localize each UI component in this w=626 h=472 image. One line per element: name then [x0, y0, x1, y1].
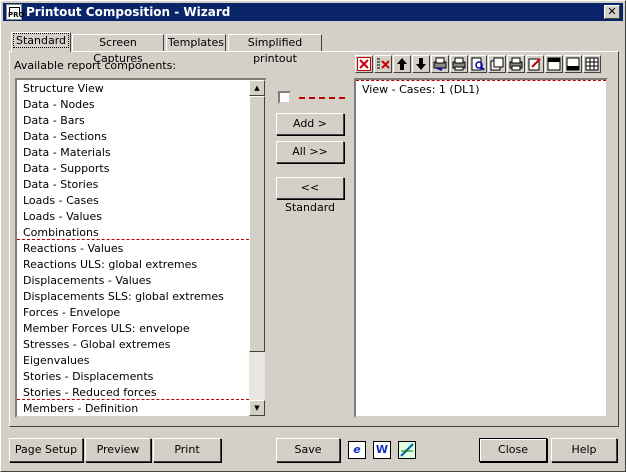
close-button[interactable]: Close [479, 438, 547, 462]
scroll-down-button[interactable]: ▼ [249, 400, 265, 416]
save-button[interactable]: Save [276, 438, 340, 462]
list-item[interactable]: Loads - Cases [23, 193, 99, 209]
separator-line-sample [299, 97, 345, 99]
word-export-button[interactable]: W [373, 441, 391, 459]
list-item[interactable]: Data - Sections [23, 129, 107, 145]
close-window-button[interactable]: ✕ [604, 5, 620, 19]
table-icon [585, 57, 599, 75]
list-item[interactable]: Displacements SLS: global extremes [23, 289, 224, 305]
printer-icon [509, 57, 523, 75]
print-button[interactable] [450, 55, 468, 73]
word-icon: W [375, 443, 389, 456]
list-item[interactable]: Data - Supports [23, 161, 109, 177]
add-all-button[interactable]: All >> [276, 141, 344, 163]
delete-all-icon [376, 57, 390, 75]
preview-button[interactable] [469, 55, 487, 73]
standard-button[interactable]: << Standard [276, 177, 344, 214]
print-icon [452, 57, 466, 75]
footer-button[interactable] [564, 55, 582, 73]
move-up-button[interactable] [393, 55, 411, 73]
delete-icon [357, 57, 371, 75]
edit-button[interactable] [526, 55, 544, 73]
available-components-label: Available report components: [14, 59, 177, 72]
footer-icon [566, 57, 580, 75]
print-settings-button[interactable] [431, 55, 449, 73]
top-separator [356, 80, 606, 81]
list-item[interactable]: Structure View [23, 81, 104, 97]
list-item[interactable]: Forces - Envelope [23, 305, 120, 321]
tab-label: Standard [12, 33, 70, 48]
spreadsheet-export-button[interactable] [398, 441, 416, 459]
move-up-icon [395, 57, 409, 75]
list-item[interactable]: Stresses - Global extremes [23, 337, 171, 353]
list-separator [17, 239, 249, 240]
header-button[interactable] [545, 55, 563, 73]
list-item[interactable]: Loads - Values [23, 209, 102, 225]
tab-templates[interactable]: Templates [166, 34, 226, 51]
title-bar: PRO Printout Composition - Wizard ✕ [3, 3, 623, 21]
print-settings-icon [433, 57, 447, 75]
list-item[interactable]: Displacements - Values [23, 273, 151, 289]
list-item[interactable]: Data - Bars [23, 113, 85, 129]
list-item[interactable]: Eigenvalues [23, 353, 90, 369]
preview-button[interactable]: Preview [85, 438, 151, 462]
move-down-icon [414, 57, 428, 75]
close-icon: ✕ [607, 5, 617, 18]
html-export-button[interactable]: e [348, 441, 366, 459]
list-item[interactable]: Data - Materials [23, 145, 111, 161]
header-icon [547, 57, 561, 75]
wizard-window: PRO Printout Composition - Wizard ✕ Stan… [0, 0, 626, 472]
list-item[interactable]: Data - Stories [23, 177, 98, 193]
list-item[interactable]: View - Cases: 1 (DL1) [362, 83, 480, 97]
spreadsheet-icon [400, 443, 414, 457]
window-title: Printout Composition - Wizard [26, 5, 231, 19]
list-item[interactable]: Member Forces ULS: envelope [23, 321, 190, 337]
list-separator [17, 399, 249, 400]
edit-icon [528, 57, 542, 75]
available-components-list[interactable]: Structure View Data - Nodes Data - Bars Dat… [15, 78, 267, 418]
separator-checkbox[interactable] [278, 91, 291, 104]
app-icon: PRO [6, 4, 24, 20]
scroll-up-button[interactable]: ▲ [249, 80, 265, 96]
tab-simplified-printout[interactable]: Simplified printout [228, 34, 322, 65]
print-button[interactable]: Print [153, 438, 221, 462]
printout-composition-list[interactable]: View - Cases: 1 (DL1) [354, 78, 608, 418]
list-item[interactable]: Members - Definition [23, 401, 138, 416]
list-item[interactable]: Reactions - Values [23, 241, 123, 257]
table-button[interactable] [583, 55, 601, 73]
vertical-scrollbar[interactable]: ▲ ▼ [249, 80, 265, 416]
list-item[interactable]: Data - Nodes [23, 97, 95, 113]
arrow-down-icon: ▼ [254, 404, 260, 412]
delete-button[interactable] [355, 55, 373, 73]
printer-button[interactable] [507, 55, 525, 73]
help-button[interactable]: Help [551, 438, 617, 462]
page-button[interactable] [488, 55, 506, 73]
list-item[interactable]: Stories - Displacements [23, 369, 153, 385]
delete-all-button[interactable] [374, 55, 392, 73]
move-down-button[interactable] [412, 55, 430, 73]
list-item[interactable]: Reactions ULS: global extremes [23, 257, 197, 273]
preview-icon [471, 57, 485, 75]
add-button[interactable]: Add > [276, 113, 344, 135]
tab-standard[interactable]: Standard [11, 32, 71, 52]
page-setup-button[interactable]: Page Setup [9, 438, 83, 462]
arrow-up-icon: ▲ [254, 84, 260, 92]
page-icon [490, 57, 504, 75]
tab-screen-captures[interactable]: Screen Captures [72, 34, 164, 65]
scroll-thumb[interactable] [249, 96, 265, 352]
internet-explorer-icon: e [353, 443, 361, 456]
